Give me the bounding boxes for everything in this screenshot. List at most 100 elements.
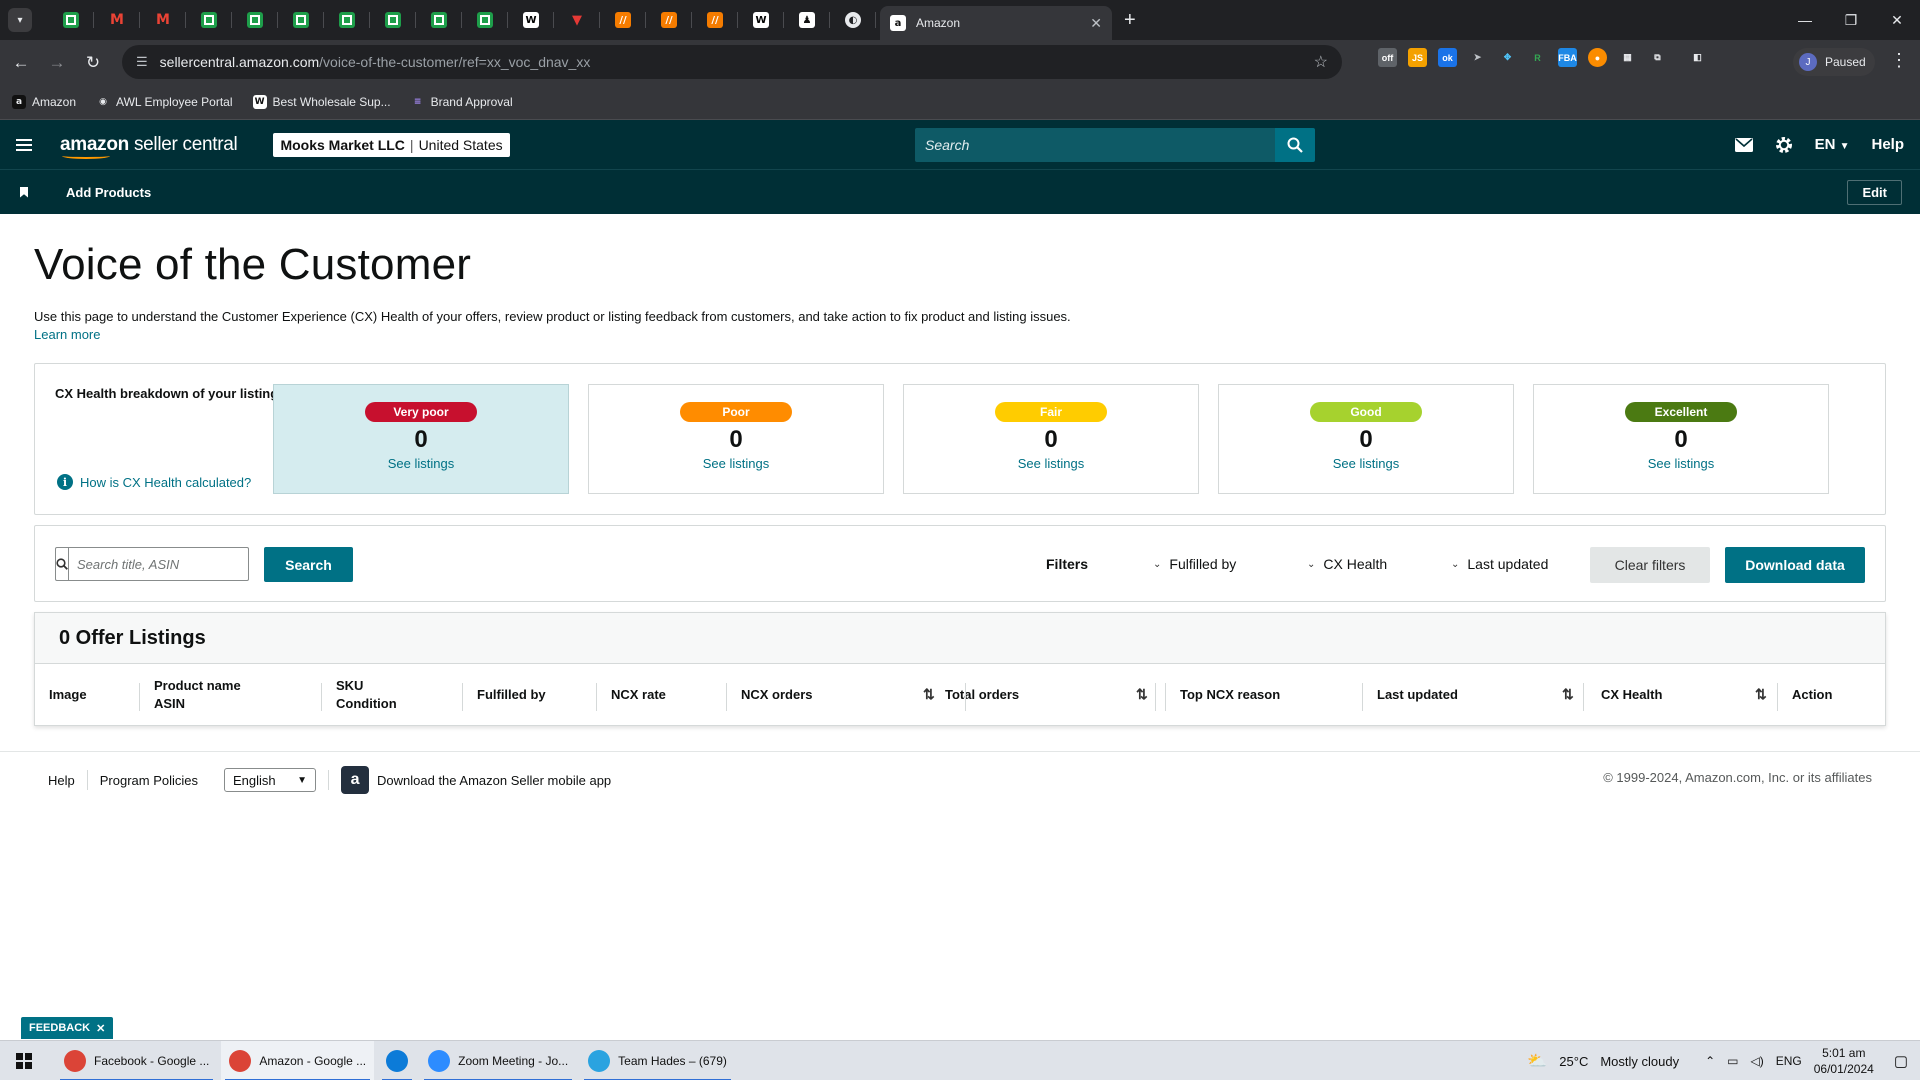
last-updated-dropdown[interactable]: ⌄ Last updated: [1451, 556, 1548, 572]
column-header-cx-health[interactable]: CX Health: [1601, 686, 1662, 704]
browser-tab[interactable]: [186, 0, 232, 40]
cx-card-good[interactable]: Good 0 See listings: [1218, 384, 1514, 494]
fulfilled-by-dropdown[interactable]: ⌄ Fulfilled by: [1153, 556, 1236, 572]
browser-tab[interactable]: M: [140, 0, 186, 40]
browser-tab[interactable]: [232, 0, 278, 40]
seller-central-logo[interactable]: amazon seller central: [60, 134, 238, 159]
extension-r-icon[interactable]: R: [1528, 48, 1547, 67]
browser-tab[interactable]: //: [600, 0, 646, 40]
see-listings-link[interactable]: See listings: [1648, 456, 1714, 471]
clock[interactable]: 5:01 am 06/01/2024: [1814, 1045, 1874, 1077]
extension-fba-icon[interactable]: FBA: [1558, 48, 1577, 67]
cx-health-dropdown[interactable]: ⌄ CX Health: [1307, 556, 1387, 572]
bookmark-item[interactable]: a Amazon: [12, 95, 76, 109]
browser-menu-icon[interactable]: ⋮: [1890, 50, 1908, 71]
notifications-icon[interactable]: ▢: [1894, 1052, 1908, 1070]
cx-card-poor[interactable]: Poor 0 See listings: [588, 384, 884, 494]
browser-tab[interactable]: //: [692, 0, 738, 40]
gear-icon[interactable]: [1775, 136, 1793, 154]
browser-tab[interactable]: [278, 0, 324, 40]
amazon-app-icon[interactable]: a: [341, 766, 370, 794]
close-icon[interactable]: ✕: [96, 1022, 105, 1035]
download-app-link[interactable]: Download the Amazon Seller mobile app: [377, 773, 611, 788]
sort-icon[interactable]: ⇅: [1755, 686, 1767, 703]
see-listings-link[interactable]: See listings: [703, 456, 769, 471]
cx-health-help[interactable]: i How is CX Health calculated?: [57, 474, 251, 490]
tray-chevron-up-icon[interactable]: ⌃: [1705, 1054, 1715, 1068]
bookmark-icon[interactable]: [20, 186, 28, 198]
window-close-icon[interactable]: ✕: [1874, 0, 1920, 40]
cx-card-excellent[interactable]: Excellent 0 See listings: [1533, 384, 1829, 494]
see-listings-link[interactable]: See listings: [1018, 456, 1084, 471]
taskbar-item[interactable]: Zoom Meeting - Jo...: [420, 1041, 576, 1080]
extension-circle-icon[interactable]: ●: [1588, 48, 1607, 67]
browser-tab[interactable]: ◐: [830, 0, 876, 40]
mail-icon[interactable]: [1734, 137, 1753, 152]
feedback-tab[interactable]: FEEDBACK ✕: [21, 1017, 114, 1039]
language-selector[interactable]: EN ▼: [1815, 136, 1850, 153]
column-header-sku[interactable]: SKU Condition: [336, 677, 397, 713]
input-language[interactable]: ENG: [1776, 1054, 1802, 1068]
restore-icon[interactable]: ❐: [1828, 0, 1874, 40]
learn-more-link[interactable]: Learn more: [34, 327, 100, 342]
cx-card-fair[interactable]: Fair 0 See listings: [903, 384, 1199, 494]
browser-tab[interactable]: ♟: [784, 0, 830, 40]
extension-ok-icon[interactable]: ok: [1438, 48, 1457, 67]
side-panel-icon[interactable]: ◧: [1688, 48, 1707, 67]
help-link[interactable]: Help: [1871, 136, 1904, 153]
extension-off-icon[interactable]: off: [1378, 48, 1397, 67]
address-bar[interactable]: ☰ sellercentral.amazon.com/voice-of-the-…: [122, 45, 1342, 79]
site-info-icon[interactable]: ☰: [136, 54, 148, 70]
edit-button[interactable]: Edit: [1847, 180, 1902, 205]
tab-amazon[interactable]: a Amazon ✕: [880, 6, 1112, 40]
listing-search-input[interactable]: [69, 548, 255, 580]
bookmark-star-icon[interactable]: ☆: [1314, 52, 1328, 72]
see-listings-link[interactable]: See listings: [1333, 456, 1399, 471]
account-switcher[interactable]: Mooks Market LLC | United States: [273, 132, 510, 157]
column-header-fulfilled-by[interactable]: Fulfilled by: [477, 686, 546, 704]
column-header-last-updated[interactable]: Last updated: [1377, 686, 1458, 704]
browser-tab[interactable]: [324, 0, 370, 40]
extension-js-icon[interactable]: JS: [1408, 48, 1427, 67]
column-header-product-name[interactable]: Product name ASIN: [154, 677, 241, 713]
browser-tab[interactable]: [462, 0, 508, 40]
browser-tab[interactable]: [48, 0, 94, 40]
browser-tab[interactable]: [416, 0, 462, 40]
cx-card-very-poor[interactable]: Very poor 0 See listings: [273, 384, 569, 494]
footer-help-link[interactable]: Help: [48, 773, 75, 788]
browser-tab[interactable]: W: [738, 0, 784, 40]
column-header-ncx-orders[interactable]: NCX orders: [741, 686, 813, 704]
sort-icon[interactable]: ⇅: [923, 686, 935, 703]
bookmark-item[interactable]: ≡ Brand Approval: [411, 95, 513, 109]
browser-tab[interactable]: M: [94, 0, 140, 40]
extensions-puzzle-icon[interactable]: ⧉: [1648, 48, 1667, 67]
windows-start-icon[interactable]: [0, 1041, 48, 1080]
see-listings-link[interactable]: See listings: [388, 456, 454, 471]
column-header-top-ncx-reason[interactable]: Top NCX reason: [1180, 686, 1280, 704]
header-search-input[interactable]: Search: [915, 128, 1275, 162]
menu-icon[interactable]: [16, 138, 32, 151]
forward-icon[interactable]: →: [42, 48, 72, 78]
footer-language-select[interactable]: English ▼: [224, 768, 317, 792]
profile-button[interactable]: J Paused: [1793, 48, 1875, 76]
browser-tab[interactable]: W: [508, 0, 554, 40]
browser-tab[interactable]: //: [646, 0, 692, 40]
new-tab-icon[interactable]: +: [1124, 9, 1136, 32]
extension-cursor-icon[interactable]: ➤: [1468, 48, 1487, 67]
search-button[interactable]: Search: [264, 547, 353, 582]
column-header-action[interactable]: Action: [1792, 686, 1832, 704]
network-icon[interactable]: ▭: [1727, 1054, 1738, 1068]
volume-icon[interactable]: ◁): [1751, 1054, 1764, 1068]
taskbar-item[interactable]: Amazon - Google ...: [221, 1040, 375, 1080]
header-search-button[interactable]: [1275, 128, 1315, 162]
clear-filters-button[interactable]: Clear filters: [1590, 547, 1710, 583]
taskbar-item[interactable]: Team Hades – (679): [580, 1041, 735, 1080]
sort-icon[interactable]: ⇅: [1562, 686, 1574, 703]
column-header-image[interactable]: Image: [49, 686, 87, 704]
browser-tab[interactable]: [370, 0, 416, 40]
browser-tab[interactable]: ▼: [554, 0, 600, 40]
back-icon[interactable]: ←: [6, 48, 36, 78]
sort-icon[interactable]: ⇅: [1136, 686, 1148, 703]
taskbar-item[interactable]: [378, 1041, 416, 1080]
extension-puzzle-blue-icon[interactable]: ✥: [1498, 48, 1517, 67]
